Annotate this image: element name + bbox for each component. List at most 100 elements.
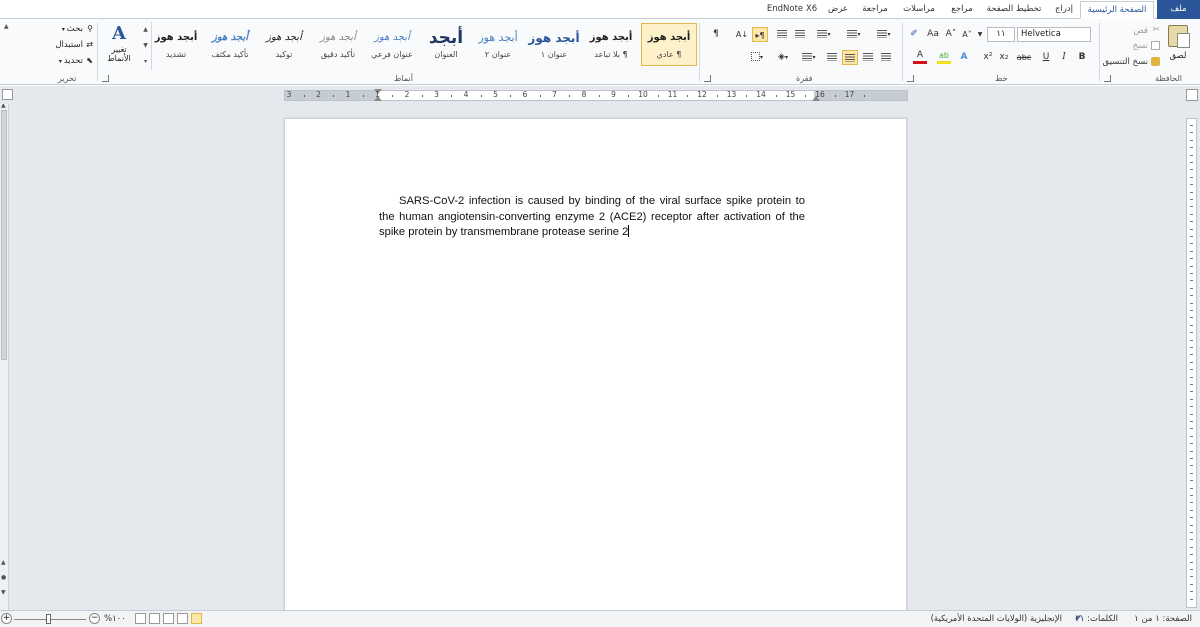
vertical-ruler[interactable] — [1186, 118, 1197, 608]
underline-button[interactable]: U — [1039, 50, 1053, 65]
font-size-select[interactable]: ١١ — [987, 27, 1015, 42]
tab-review[interactable]: مراجعة — [855, 1, 895, 19]
align-left-button[interactable] — [842, 50, 858, 65]
body-paragraph[interactable]: SARS-CoV-2 infection is caused by bindin… — [379, 195, 805, 238]
paragraph-dialog-launcher[interactable] — [704, 75, 711, 82]
style-no-spacing[interactable]: أبجد هوز ¶ بلا تباعد — [583, 23, 639, 66]
show-marks-button[interactable]: ¶ — [708, 27, 724, 42]
find-button[interactable]: ⚲بحث ▾ — [62, 23, 93, 36]
font-name-select[interactable]: ▼ Helvetica — [1008, 27, 1091, 42]
bullets-button[interactable]: ▾ — [840, 27, 868, 42]
ruler-tick — [1190, 132, 1193, 134]
italic-button[interactable]: I — [1057, 50, 1071, 65]
align-right-button[interactable] — [878, 50, 894, 65]
chevron-down-icon: ▾ — [759, 54, 763, 61]
language-indicator[interactable]: الإنجليزية (الولايات المتحدة الأمريكية) — [931, 613, 1062, 626]
decrease-indent-button[interactable] — [792, 27, 808, 42]
page-count[interactable]: الصفحة: ١ من ١ — [1134, 613, 1192, 626]
multilevel-list-button[interactable]: ▾ — [810, 27, 838, 42]
font-dialog-launcher[interactable] — [907, 75, 914, 82]
ruler-tick — [1190, 384, 1193, 385]
sort-button[interactable]: A↓ — [734, 27, 750, 42]
print-layout-view-button[interactable] — [191, 613, 202, 624]
zoom-slider-thumb[interactable] — [46, 614, 51, 624]
paste-button[interactable]: لصق — [1162, 22, 1194, 66]
previous-page-icon[interactable]: ▲ — [1, 559, 6, 566]
style-strong[interactable]: أبجد هوز تشديد — [148, 23, 204, 66]
ruler-tick — [1190, 561, 1193, 563]
font-color-button[interactable]: A — [913, 50, 927, 65]
scroll-up-icon[interactable]: ▲ — [1, 104, 6, 109]
style-subtitle[interactable]: أبجد هوز عنوان فرعي — [364, 23, 420, 66]
style-heading-1[interactable]: أبجد هوز عنوان ١ — [526, 23, 582, 66]
horizontal-ruler[interactable]: 3 2 1 1 2 3 4 5 6 7 8 9 10 11 12 13 14 15 16 17 — [284, 89, 908, 101]
tab-page-layout[interactable]: تخطيط الصفحة — [982, 1, 1046, 19]
style-normal[interactable]: أبجد هوز ¶ عادي — [641, 23, 697, 66]
change-styles-button[interactable]: A تغيير الأنماط — [101, 23, 137, 71]
proofing-check-icon[interactable]: ✔ — [1074, 613, 1082, 626]
style-title[interactable]: أبجد العنوان — [418, 23, 474, 66]
draft-view-button[interactable] — [135, 613, 146, 624]
next-page-icon[interactable]: ▼ — [1, 589, 6, 596]
select-button[interactable]: ⬉تحديد ▾ — [59, 55, 93, 68]
copy-button[interactable]: نسخ — [1133, 40, 1160, 53]
strikethrough-button[interactable]: abc — [1015, 50, 1033, 65]
style-name: ¶ بلا تباعد — [594, 50, 628, 59]
full-screen-reading-view-button[interactable] — [177, 613, 188, 624]
ruler-tick — [1190, 539, 1193, 541]
bulleted-list-icon — [847, 29, 858, 38]
tab-home[interactable]: الصفحة الرئيسية — [1080, 1, 1154, 19]
format-painter-button[interactable]: نسخ التنسيق — [1103, 56, 1160, 69]
ruler-tick — [1190, 450, 1193, 452]
ruler-tick — [1190, 413, 1193, 415]
bold-button[interactable]: B — [1075, 50, 1089, 65]
ruler-tick — [1190, 250, 1193, 252]
change-case-button[interactable]: Aa — [923, 27, 943, 42]
align-center-button[interactable] — [860, 50, 876, 65]
borders-button[interactable]: ▾ — [746, 50, 768, 65]
ruler-tick — [1190, 139, 1193, 141]
zoom-in-icon[interactable]: + — [1, 613, 12, 624]
subscript-button[interactable]: x₂ — [997, 50, 1011, 65]
tab-endnote[interactable]: EndNote X6 — [764, 1, 820, 19]
style-emphasis[interactable]: أبجد هوز توكيد — [256, 23, 312, 66]
tab-references[interactable]: مراجع — [944, 1, 980, 19]
clear-formatting-icon[interactable]: ✐ — [907, 27, 921, 42]
zoom-out-icon[interactable]: − — [89, 613, 100, 624]
highlight-color-button[interactable]: ab — [937, 50, 951, 65]
tab-file[interactable]: ملف — [1157, 0, 1200, 19]
browse-object-icon[interactable]: ● — [1, 574, 6, 581]
view-ruler-icon[interactable] — [1186, 89, 1198, 101]
text-effects-button[interactable]: A — [957, 50, 971, 65]
line-spacing-button[interactable]: ▾ — [798, 50, 820, 65]
document-body[interactable]: SARS-CoV-2 infection is caused by bindin… — [379, 194, 805, 241]
tab-insert[interactable]: إدراج — [1050, 1, 1078, 19]
clipboard-dialog-launcher[interactable] — [1104, 75, 1111, 82]
superscript-button[interactable]: x² — [981, 50, 995, 65]
outline-view-button[interactable] — [149, 613, 160, 624]
replace-button[interactable]: ⇄استبدال — [55, 39, 93, 52]
style-intense-emphasis[interactable]: أبجد هوز تأكيد مكثف — [202, 23, 258, 66]
document-page[interactable]: SARS-CoV-2 infection is caused by bindin… — [284, 118, 907, 610]
justify-button[interactable] — [824, 50, 840, 65]
chevron-down-icon[interactable]: ▼ — [975, 27, 985, 42]
collapse-ribbon-icon[interactable]: ▲ — [4, 23, 9, 30]
grow-font-button[interactable]: A˄ — [943, 27, 959, 42]
tab-mailings[interactable]: مراسلات — [896, 1, 942, 19]
shading-button[interactable]: ◈▾ — [772, 50, 794, 65]
cut-button[interactable]: ✂ قص — [1134, 25, 1160, 38]
style-preview: أبجد هوز — [374, 32, 410, 43]
font-color-label: A — [916, 50, 924, 60]
rtl-direction-button[interactable]: ▸¶ — [752, 27, 768, 42]
web-layout-view-button[interactable] — [163, 613, 174, 624]
zoom-level[interactable]: %١٠٠ — [104, 613, 126, 626]
tab-selector[interactable] — [2, 89, 13, 100]
tab-view[interactable]: عرض — [823, 1, 853, 19]
scrollbar-thumb[interactable] — [1, 110, 7, 360]
style-heading-2[interactable]: أبجد هوز عنوان ٢ — [470, 23, 526, 66]
increase-indent-button[interactable] — [774, 27, 790, 42]
numbering-button[interactable]: ▾ — [870, 27, 898, 42]
shrink-font-button[interactable]: A˅ — [959, 27, 975, 42]
style-subtle-emphasis[interactable]: أبجد هوز تأكيد دقيق — [310, 23, 366, 66]
vertical-scrollbar[interactable]: ▲ ▲ ● ▼ — [0, 104, 9, 610]
